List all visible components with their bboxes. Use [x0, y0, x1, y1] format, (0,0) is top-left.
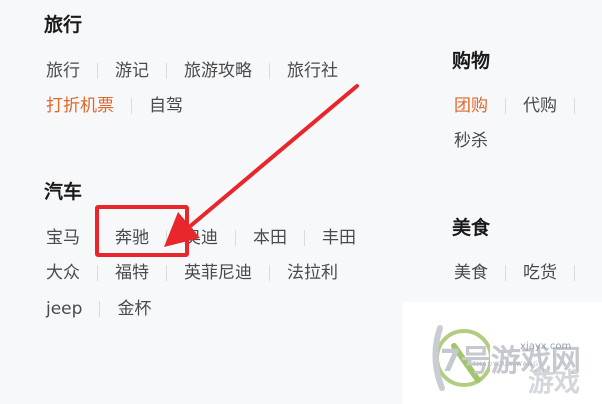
divider — [269, 265, 270, 281]
link-food[interactable]: 美食 — [454, 262, 488, 284]
link-discount-flights[interactable]: 打折机票 — [46, 95, 114, 117]
link-self-drive[interactable]: 自驾 — [149, 95, 183, 117]
divider — [166, 63, 167, 79]
link-travel-guide[interactable]: 旅游攻略 — [184, 60, 252, 82]
divider — [97, 265, 98, 281]
link-bmw[interactable]: 宝马 — [46, 227, 80, 249]
link-jeep[interactable]: jeep — [46, 298, 82, 320]
cars-row-2: 大众 福特 英菲尼迪 法拉利 — [46, 262, 338, 284]
link-ford[interactable]: 福特 — [115, 262, 149, 284]
link-ferrari[interactable]: 法拉利 — [287, 262, 338, 284]
divider — [574, 265, 575, 281]
divider — [574, 98, 575, 114]
watermark-pinyin: 7HAOYOUXIWANG — [472, 361, 539, 368]
annotation-highlight-box — [95, 205, 189, 257]
divider — [505, 265, 506, 281]
cars-row-3: jeep 金杯 — [46, 298, 151, 320]
link-travel[interactable]: 旅行 — [46, 60, 80, 82]
cars-row-1: 宝马 奔驰 奥迪 本田 丰田 — [46, 227, 356, 249]
section-title-cars: 汽车 — [44, 181, 83, 203]
shopping-row-2: 秒杀 — [454, 130, 488, 152]
divider — [166, 265, 167, 281]
link-volkswagen[interactable]: 大众 — [46, 262, 80, 284]
link-proxy-buy[interactable]: 代购 — [523, 95, 557, 117]
link-travelogue[interactable]: 游记 — [115, 60, 149, 82]
section-title-food: 美食 — [452, 217, 491, 239]
link-flash-sale[interactable]: 秒杀 — [454, 130, 488, 152]
divider — [269, 63, 270, 79]
food-row-1: 美食 吃货 — [454, 262, 592, 284]
section-title-travel: 旅行 — [44, 14, 83, 36]
link-toyota[interactable]: 丰田 — [322, 227, 356, 249]
shopping-row-1: 团购 代购 — [454, 95, 592, 117]
divider — [131, 98, 132, 114]
travel-row-2: 打折机票 自驾 — [46, 95, 183, 117]
link-audi[interactable]: 奥迪 — [184, 227, 218, 249]
divider — [99, 301, 101, 317]
link-travel-agency[interactable]: 旅行社 — [287, 60, 338, 82]
divider — [97, 63, 98, 79]
category-panel: 旅行 旅行 游记 旅游攻略 旅行社 打折机票 自驾 购物 团购 代购 秒杀 汽车… — [0, 0, 602, 404]
divider — [505, 98, 506, 114]
link-infiniti[interactable]: 英菲尼迪 — [184, 262, 252, 284]
link-jinbei[interactable]: 金杯 — [117, 298, 151, 320]
travel-row-1: 旅行 游记 旅游攻略 旅行社 — [46, 60, 338, 82]
link-group-buy[interactable]: 团购 — [454, 95, 488, 117]
link-foodie[interactable]: 吃货 — [523, 262, 557, 284]
divider — [235, 230, 236, 246]
link-honda[interactable]: 本田 — [253, 227, 287, 249]
divider — [304, 230, 305, 246]
section-title-shopping: 购物 — [452, 50, 491, 72]
watermark-url: xjayx.com — [520, 341, 572, 352]
